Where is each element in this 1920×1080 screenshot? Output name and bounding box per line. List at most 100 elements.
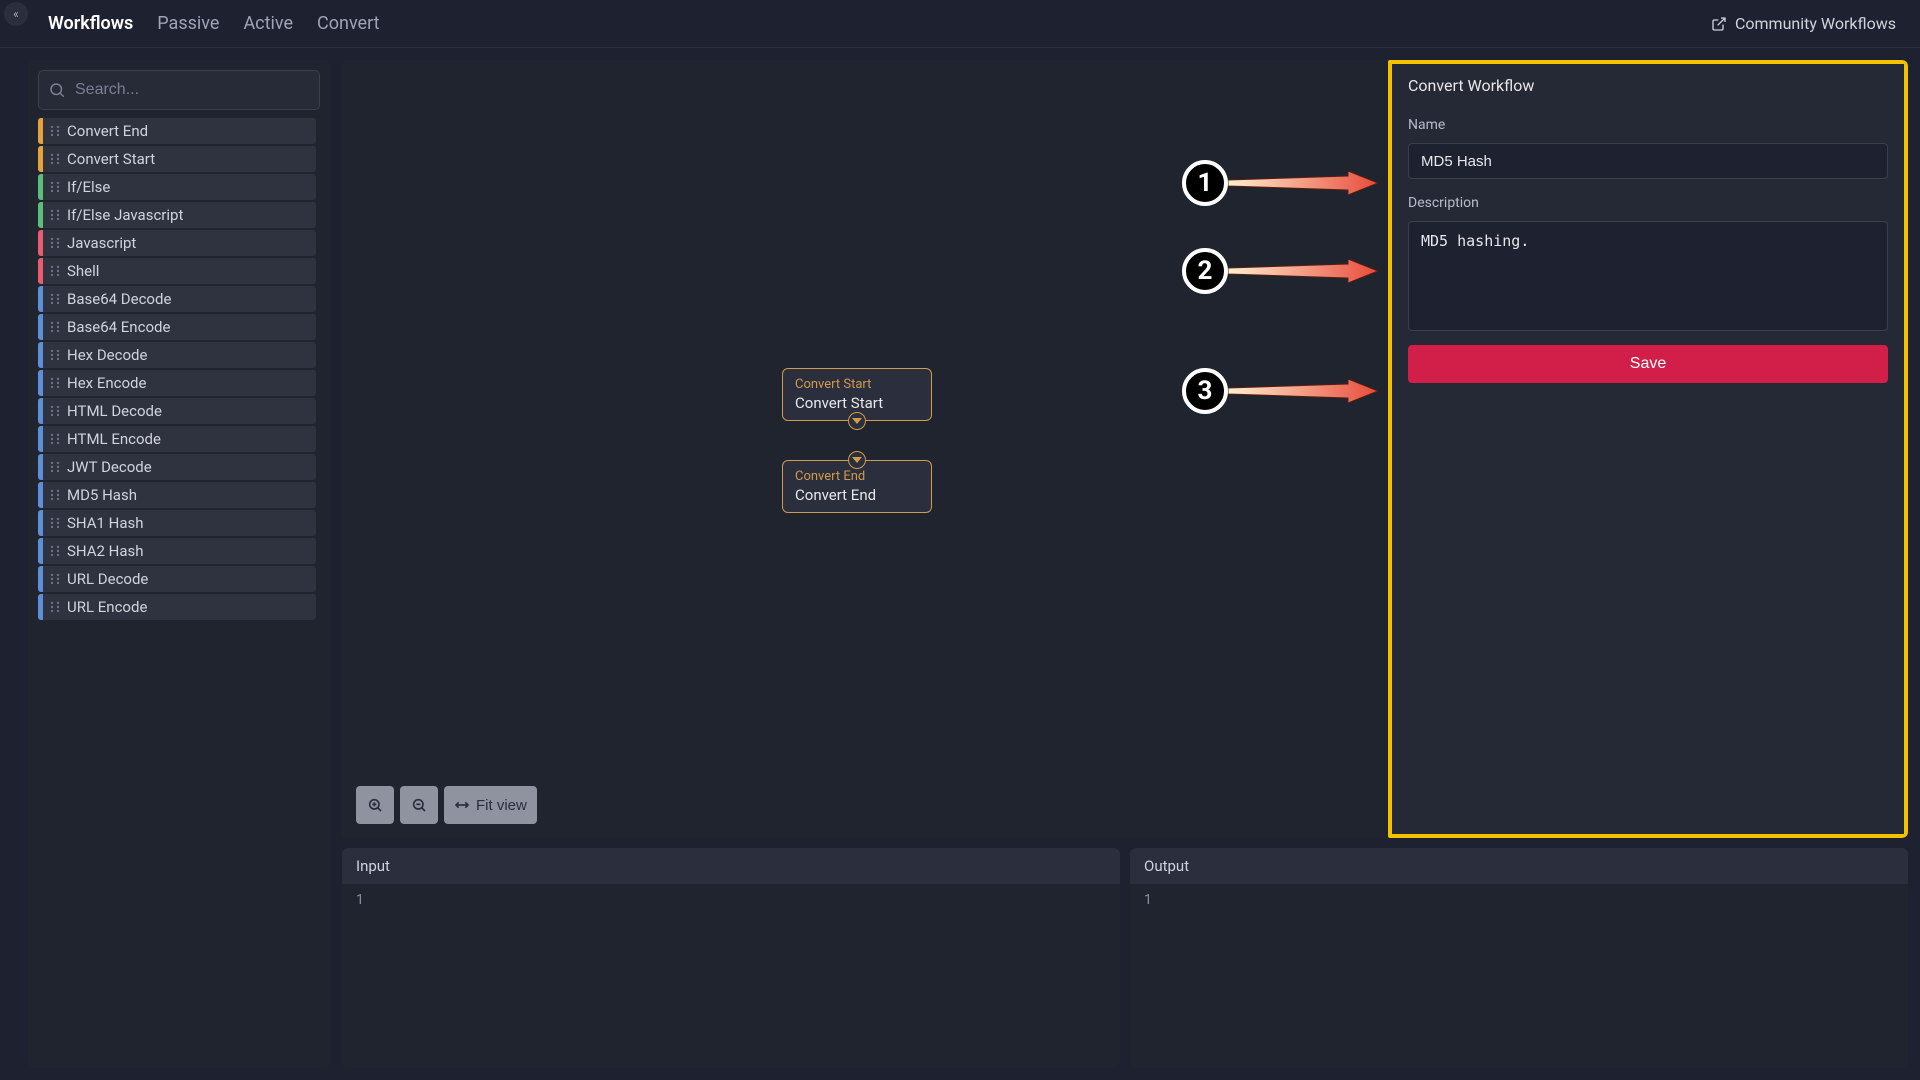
name-field[interactable] (1408, 143, 1888, 179)
inspector-panel: Convert Workflow Name Description MD5 ha… (1388, 60, 1908, 838)
input-header: Input (342, 848, 1120, 884)
tab-workflows[interactable]: Workflows (48, 13, 133, 34)
grip-icon (47, 321, 63, 333)
palette-item[interactable]: URL Encode (38, 594, 316, 620)
palette-color-bar (38, 538, 43, 564)
palette-item-label: If/Else Javascript (67, 206, 183, 224)
palette-item-label: HTML Encode (67, 430, 161, 448)
tab-convert[interactable]: Convert (317, 13, 380, 34)
fit-view-button[interactable]: Fit view (444, 786, 537, 824)
palette-color-bar (38, 566, 43, 592)
arrow-icon (1228, 379, 1378, 403)
zoom-in-button[interactable] (356, 786, 394, 824)
inspector-title: Convert Workflow (1408, 76, 1888, 95)
palette-item[interactable]: Javascript (38, 230, 316, 256)
description-field[interactable]: MD5 hashing. (1408, 221, 1888, 331)
arrow-icon (1228, 171, 1378, 195)
grip-icon (47, 573, 63, 585)
node-input-handle[interactable] (848, 451, 866, 469)
grip-icon (47, 265, 63, 277)
annotation-number: 3 (1182, 368, 1228, 414)
topbar: Workflows Passive Active Convert Communi… (0, 0, 1920, 48)
grip-icon (47, 405, 63, 417)
node-output-handle[interactable] (848, 412, 866, 430)
palette-color-bar (38, 594, 43, 620)
node-palette-sidebar: Convert End Convert Start If/Else If/Else J… (28, 60, 330, 1068)
grip-icon (47, 153, 63, 165)
fit-view-label: Fit view (476, 797, 527, 814)
palette-item[interactable]: Base64 Encode (38, 314, 316, 340)
external-link-icon (1711, 16, 1727, 32)
canvas-controls: Fit view (356, 786, 537, 824)
palette-item[interactable]: If/Else Javascript (38, 202, 316, 228)
community-workflows-label: Community Workflows (1735, 14, 1896, 33)
palette-item[interactable]: JWT Decode (38, 454, 316, 480)
palette-item[interactable]: MD5 Hash (38, 482, 316, 508)
search-icon (48, 81, 66, 99)
palette-item[interactable]: URL Decode (38, 566, 316, 592)
grip-icon (47, 433, 63, 445)
palette-item-label: Javascript (67, 234, 136, 252)
palette-item-label: Convert Start (67, 150, 155, 168)
community-workflows-link[interactable]: Community Workflows (1711, 14, 1896, 33)
tab-passive[interactable]: Passive (157, 13, 219, 34)
palette-item-label: Hex Encode (67, 374, 146, 392)
palette-item[interactable]: HTML Decode (38, 398, 316, 424)
palette-item-label: If/Else (67, 178, 110, 196)
palette-item[interactable]: Base64 Decode (38, 286, 316, 312)
output-header: Output (1130, 848, 1908, 884)
palette-item-label: SHA1 Hash (67, 514, 144, 532)
zoom-out-button[interactable] (400, 786, 438, 824)
top-tabs: Workflows Passive Active Convert (48, 13, 380, 34)
grip-icon (47, 349, 63, 361)
tab-active[interactable]: Active (243, 13, 293, 34)
palette-color-bar (38, 482, 43, 508)
palette-item-label: Base64 Encode (67, 318, 170, 336)
name-label: Name (1408, 117, 1888, 133)
collapse-sidebar-button[interactable]: « (4, 2, 28, 26)
palette-color-bar (38, 454, 43, 480)
palette-item-label: URL Encode (67, 598, 147, 616)
palette-item-label: MD5 Hash (67, 486, 137, 504)
flow-node-convert-start[interactable]: Convert Start Convert Start (782, 368, 932, 421)
search-input[interactable] (38, 70, 320, 110)
palette-item[interactable]: Convert Start (38, 146, 316, 172)
grip-icon (47, 601, 63, 613)
input-body[interactable]: 1 (342, 884, 1120, 1068)
palette-item-label: URL Decode (67, 570, 148, 588)
palette-color-bar (38, 426, 43, 452)
output-panel: Output 1 (1130, 848, 1908, 1068)
flow-node-type: Convert End (795, 469, 919, 484)
arrow-icon (1228, 259, 1378, 283)
palette-color-bar (38, 230, 43, 256)
palette-item-label: Hex Decode (67, 346, 147, 364)
palette-item[interactable]: Hex Decode (38, 342, 316, 368)
palette-color-bar (38, 370, 43, 396)
palette-item[interactable]: HTML Encode (38, 426, 316, 452)
grip-icon (47, 377, 63, 389)
palette-item[interactable]: SHA2 Hash (38, 538, 316, 564)
palette-item[interactable]: Shell (38, 258, 316, 284)
grip-icon (47, 489, 63, 501)
palette-item-label: HTML Decode (67, 402, 162, 420)
palette-color-bar (38, 174, 43, 200)
palette-item[interactable]: SHA1 Hash (38, 510, 316, 536)
grip-icon (47, 209, 63, 221)
palette-item[interactable]: Hex Encode (38, 370, 316, 396)
flow-node-convert-end[interactable]: Convert End Convert End (782, 460, 932, 513)
flow-node-title: Convert End (795, 486, 919, 504)
io-row: Input 1 Output 1 (342, 848, 1908, 1068)
palette-item-label: SHA2 Hash (67, 542, 144, 560)
palette-color-bar (38, 146, 43, 172)
palette-color-bar (38, 510, 43, 536)
palette-item[interactable]: If/Else (38, 174, 316, 200)
inspector-save-button[interactable]: Save (1408, 345, 1888, 383)
palette-color-bar (38, 286, 43, 312)
palette-color-bar (38, 342, 43, 368)
workflow-canvas[interactable]: Convert Start Convert Start Convert End … (342, 60, 1908, 838)
grip-icon (47, 545, 63, 557)
palette-color-bar (38, 118, 43, 144)
palette-item-label: Convert End (67, 122, 148, 140)
palette-item[interactable]: Convert End (38, 118, 316, 144)
grip-icon (47, 517, 63, 529)
